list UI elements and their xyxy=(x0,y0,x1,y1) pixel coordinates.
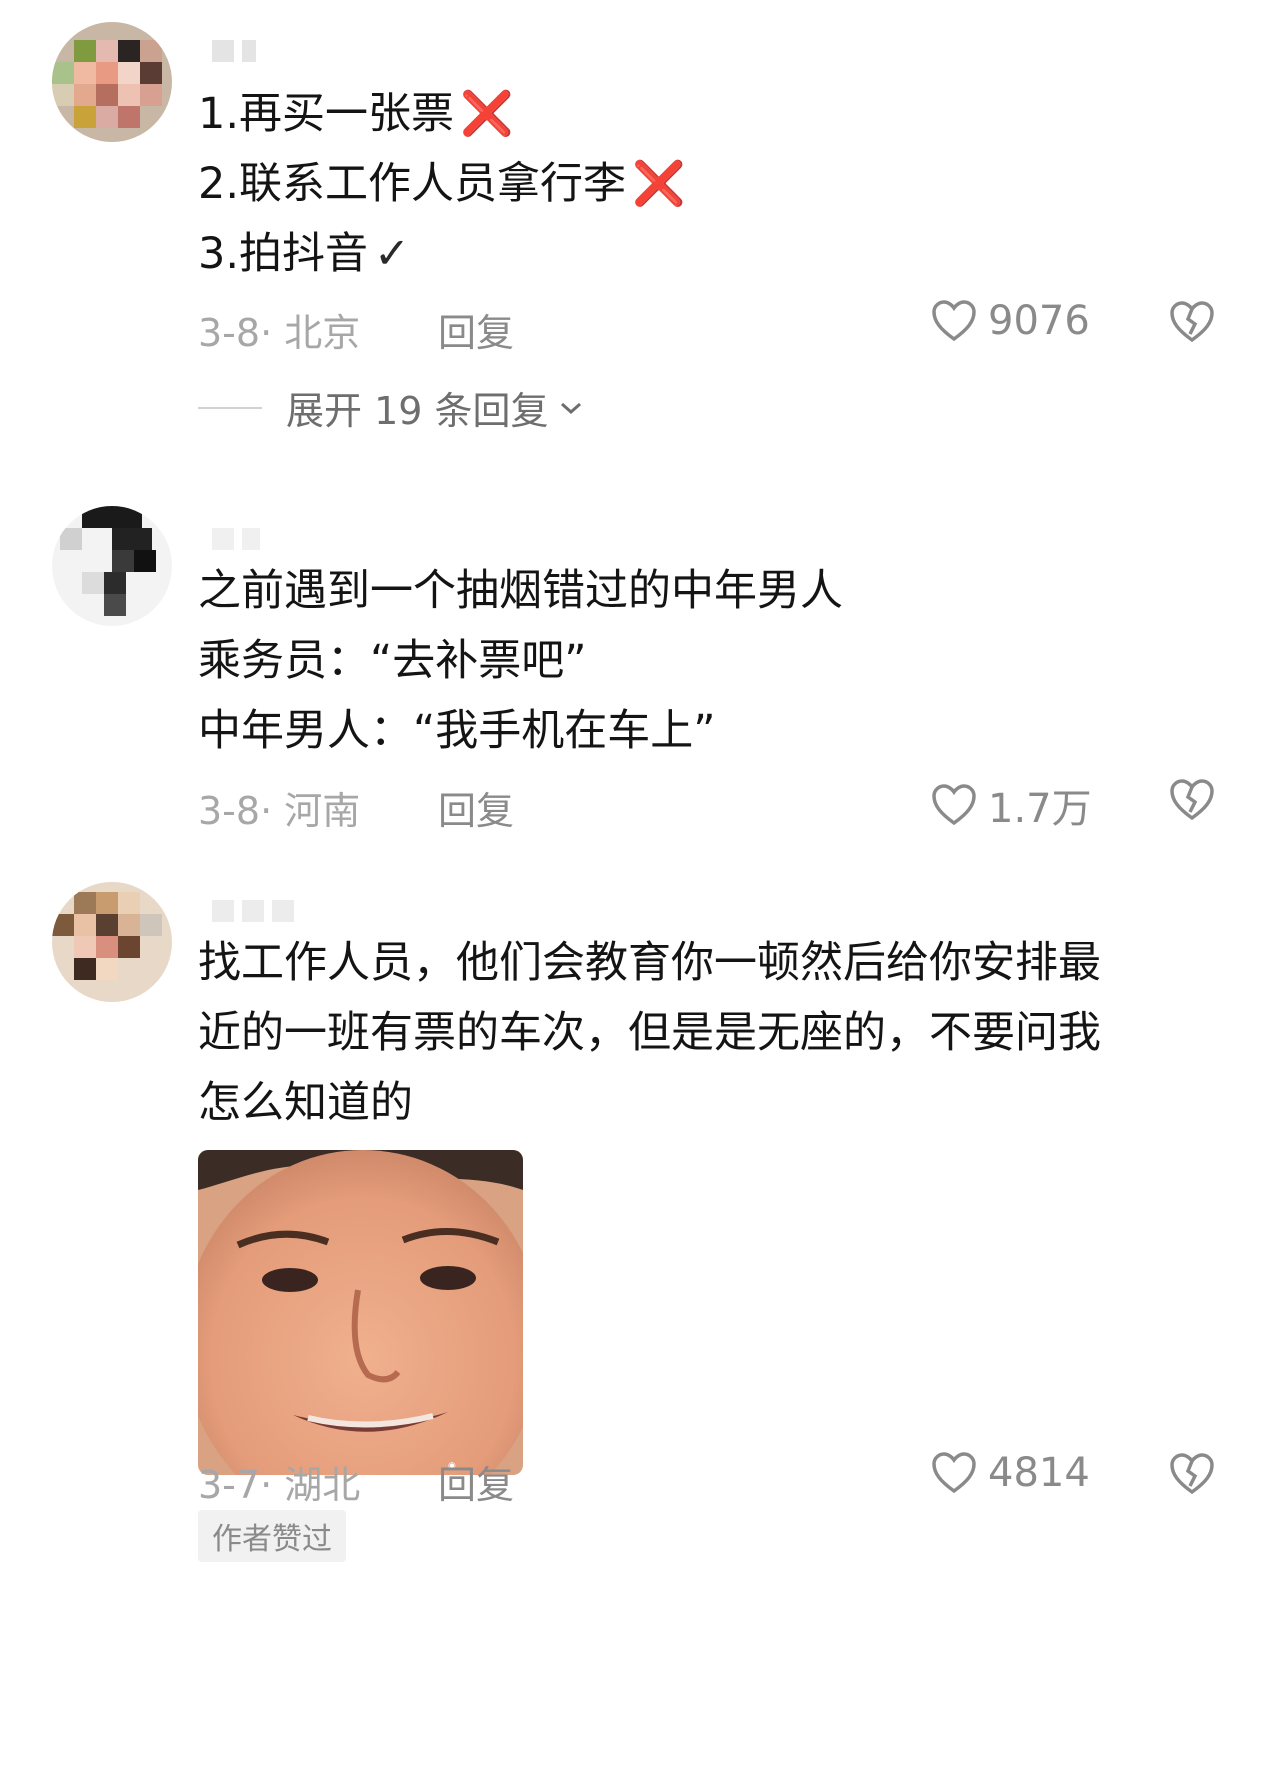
like-button[interactable]: 4814 xyxy=(930,1450,1090,1496)
dislike-button[interactable] xyxy=(1168,300,1216,348)
face-photo-illustration: ◉ xyxy=(198,1150,523,1475)
chevron-down-icon xyxy=(560,402,581,414)
comment-text-line: 怎么知道的 xyxy=(198,1078,413,1128)
cross-mark-icon: ❌ xyxy=(632,159,686,209)
broken-heart-icon xyxy=(1170,1453,1214,1495)
expand-replies-label: 展开 19 条回复 xyxy=(286,389,549,433)
check-mark-icon: ✓ xyxy=(374,229,411,279)
comment-date-location: 3-8· 河南 xyxy=(198,789,361,833)
comment-date-location: 3-8· 北京 xyxy=(198,311,361,355)
comment-date-location: 3-7· 湖北 xyxy=(198,1463,361,1507)
username-blurred[interactable] xyxy=(212,528,260,550)
like-count: 9076 xyxy=(988,298,1090,344)
reply-button[interactable]: 回复 xyxy=(438,1454,514,1509)
like-button[interactable]: 9076 xyxy=(930,298,1090,344)
comment-text-line: 1.再买一张票 ❌ xyxy=(198,89,514,139)
username-blurred[interactable] xyxy=(212,900,294,922)
comment-text-line: 乘务员：“去补票吧” xyxy=(198,636,587,686)
like-count: 4814 xyxy=(988,1450,1090,1496)
avatar[interactable] xyxy=(52,22,172,142)
divider xyxy=(198,406,262,409)
like-button[interactable]: 1.7万 xyxy=(930,776,1092,834)
username-blurred[interactable] xyxy=(212,40,256,62)
dislike-button[interactable] xyxy=(1168,1452,1216,1500)
comment-text-line: 中年男人：“我手机在车上” xyxy=(198,706,716,756)
broken-heart-icon xyxy=(1170,779,1214,821)
comment-text-line: 3.拍抖音 ✓ xyxy=(198,229,411,279)
dislike-button[interactable] xyxy=(1168,778,1216,826)
meme-image[interactable]: ◉ xyxy=(198,1150,523,1475)
author-liked-badge: 作者赞过 xyxy=(198,1510,346,1562)
comment-text-line: 2.联系工作人员拿行李 ❌ xyxy=(198,159,686,209)
reply-button[interactable]: 回复 xyxy=(438,302,514,357)
avatar[interactable] xyxy=(52,882,172,1002)
comment-text-line: 近的一班有票的车次，但是是无座的，不要问我 xyxy=(198,1008,1101,1058)
heart-icon xyxy=(932,300,976,342)
reply-button[interactable]: 回复 xyxy=(438,780,514,835)
comment-text-line: 找工作人员，他们会教育你一顿然后给你安排最 xyxy=(198,938,1101,988)
like-count: 1.7万 xyxy=(988,786,1092,832)
comment-text-line: 之前遇到一个抽烟错过的中年男人 xyxy=(198,566,843,616)
broken-heart-icon xyxy=(1170,301,1214,343)
cross-mark-icon: ❌ xyxy=(460,89,514,139)
heart-icon xyxy=(932,1452,976,1494)
avatar[interactable] xyxy=(52,506,172,626)
heart-icon xyxy=(932,784,976,826)
expand-replies-button[interactable]: 展开 19 条回复 xyxy=(198,380,583,435)
